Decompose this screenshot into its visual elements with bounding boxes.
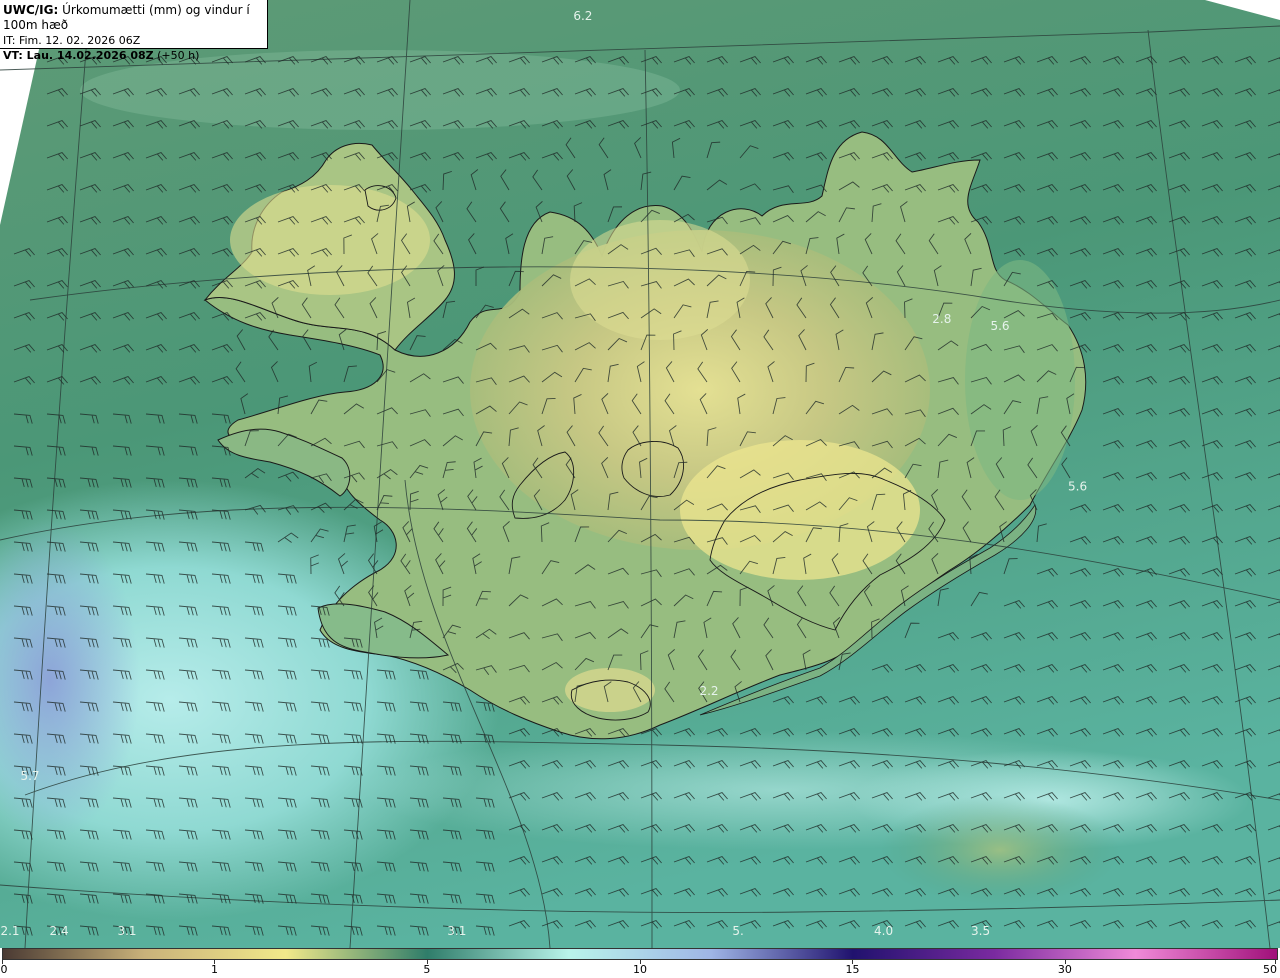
header-title-bold: UWC/IG: — [3, 3, 59, 17]
value-label: 3.5 — [971, 924, 990, 938]
value-label: 2.4 — [50, 924, 69, 938]
vatnajokull-high — [680, 440, 920, 580]
colorbar-tick-label: 5 — [423, 963, 431, 976]
westfjords-high — [230, 185, 430, 295]
colorbar-tick-label: 0 — [0, 963, 8, 976]
colorbar-tick-label: 15 — [845, 963, 860, 976]
value-label: 2.2 — [699, 684, 718, 698]
valid-time: VT: Lau. 14.02.2026 08Z (+50 h) — [3, 48, 267, 63]
colorbar-tick-label: 10 — [633, 963, 647, 976]
precipitation-wind-map: 6.06.22.85.65.65.72.25.3.13.12.12.43.54.… — [0, 0, 1280, 948]
value-label: 5.6 — [1068, 479, 1087, 493]
value-label: 2.1 — [0, 924, 19, 938]
header-title: UWC/IG: Úrkomumætti (mm) og vindur í 100… — [3, 3, 267, 33]
value-label: 5. — [732, 924, 743, 938]
value-label: 4.0 — [874, 924, 893, 938]
map-header: UWC/IG: Úrkomumætti (mm) og vindur í 100… — [0, 0, 268, 62]
value-label: 6.2 — [573, 9, 592, 23]
init-time: IT: Fim. 12. 02. 2026 06Z — [3, 34, 141, 47]
value-label: 5.6 — [990, 319, 1009, 333]
valid-time-lead: (+50 h) — [153, 49, 200, 62]
value-label: 5.7 — [20, 769, 39, 783]
colorbar-gradient — [2, 948, 1278, 960]
value-label: 2.8 — [932, 312, 951, 326]
east-fjords-green — [965, 260, 1075, 500]
colorbar-tick-label: 30 — [1057, 963, 1072, 976]
value-label: 3.1 — [117, 924, 136, 938]
north-high — [570, 220, 750, 340]
colorbar-tick-label: 50 — [1263, 963, 1277, 976]
valid-time-bold: VT: Lau. 14.02.2026 08Z — [3, 49, 154, 62]
south-high — [565, 668, 655, 712]
value-label: 3.1 — [447, 924, 466, 938]
colorbar-legend: 0 1 5 10 15 30 50 — [0, 948, 1280, 978]
colorbar-tick-label: 1 — [210, 963, 218, 976]
